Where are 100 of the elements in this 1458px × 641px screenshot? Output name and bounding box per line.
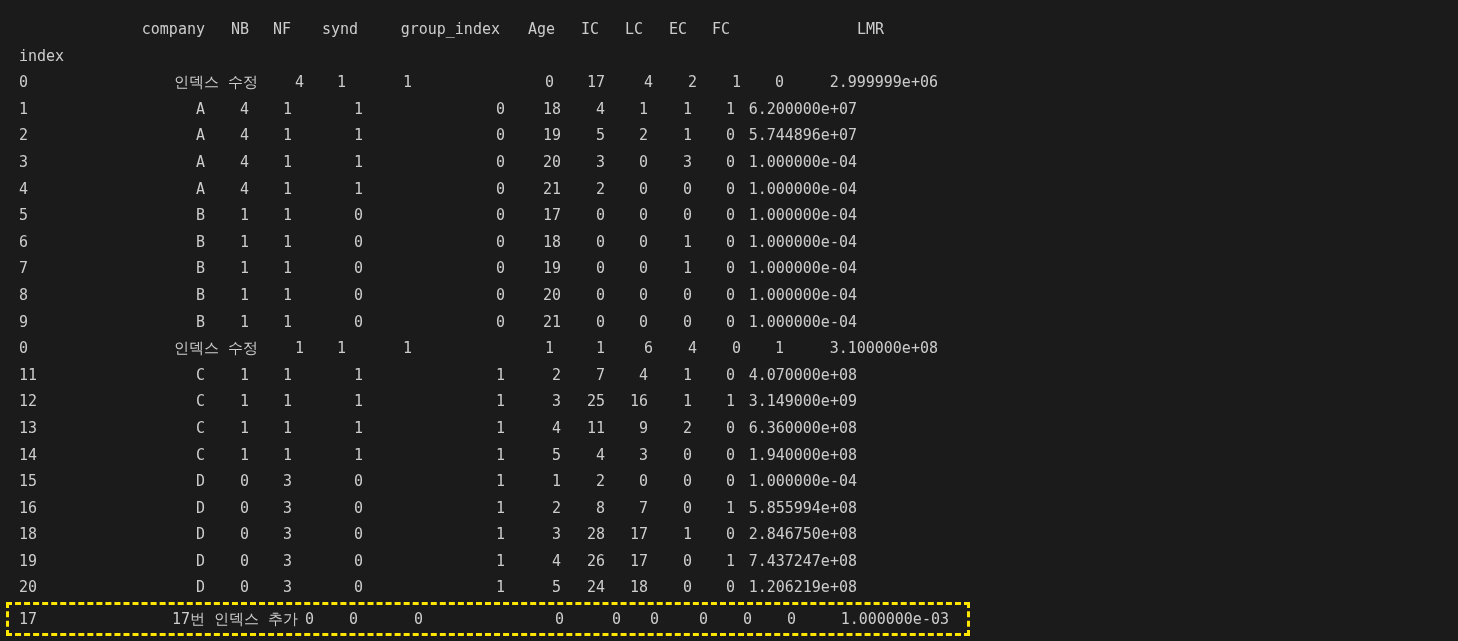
row-index: 18 [19, 524, 39, 546]
table-cell-text: 0 [681, 205, 692, 227]
table-cell-text: 0 [681, 178, 692, 200]
table-cell-text: 0 [724, 205, 735, 227]
table-cell-text: 0 [724, 577, 735, 599]
table-cell-text: 4 [238, 98, 249, 120]
table-cell-text: 4 [642, 72, 653, 94]
table-cell-text: 9 [637, 417, 648, 439]
table-cell-text: 18 [541, 98, 561, 120]
table-cell-text: 0 [724, 125, 735, 147]
row-index: 15 [19, 471, 39, 493]
table-cell-text: 21 [541, 311, 561, 333]
table-cell-text: 1 [281, 98, 292, 120]
table-cell-text: 4 [594, 98, 605, 120]
table-cell-text: 0 [594, 284, 605, 306]
row-index: 7 [19, 258, 30, 280]
table-cell-text: 24 [585, 577, 605, 599]
table-cell-text: 0 [543, 72, 554, 94]
table-cell-text: 1 [335, 72, 346, 94]
table-cell-text: 0 [637, 471, 648, 493]
table-cell-text: 1 [238, 417, 249, 439]
table-cell-text: 0 [637, 311, 648, 333]
table-cell-text: 4 [550, 417, 561, 439]
table-cell-text: 2 [550, 364, 561, 386]
table-cell-text: D [194, 471, 205, 493]
table-cell-text: 0 [610, 609, 621, 631]
table-cell-text: 1 [352, 417, 363, 439]
table-cell-text: 1 [594, 338, 605, 360]
row-index: 11 [19, 364, 39, 386]
row-index: 16 [19, 497, 39, 519]
row-index: 13 [19, 417, 39, 439]
table-cell-text: 1 [281, 151, 292, 173]
table-cell-text: 0 [681, 577, 692, 599]
table-cell-text: 0 [352, 311, 363, 333]
table-cell-text: 0 [352, 231, 363, 253]
table-cell-text: 1.000000e-04 [747, 178, 857, 200]
table-cell-text: 5.855994e+08 [747, 497, 857, 519]
table-cell-text: 0 [681, 444, 692, 466]
table-cell-text: 1 [730, 72, 741, 94]
table-cell-text: 1 [281, 125, 292, 147]
table-cell-text: 0 [681, 311, 692, 333]
table-cell-text: 0 [494, 284, 505, 306]
table-cell-text: 0 [637, 178, 648, 200]
table-cell-text: 0 [697, 609, 708, 631]
table-cell-text: A [194, 125, 205, 147]
table-cell-text: D [194, 550, 205, 572]
table-cell-text: 4 [238, 151, 249, 173]
table-cell-text: 1.000000e-04 [747, 284, 857, 306]
table-cell-text: D [194, 577, 205, 599]
table-cell-text: 0 [494, 178, 505, 200]
row-index: 14 [19, 444, 39, 466]
table-cell-text: 4 [594, 444, 605, 466]
table-cell-text: 0 [412, 609, 423, 631]
table-cell-text: 2 [681, 417, 692, 439]
table-cell-text: 2 [686, 72, 697, 94]
column-header: NB [229, 19, 249, 40]
table-cell-text: 0 [347, 609, 358, 631]
table-cell-text: 20 [541, 151, 561, 173]
table-cell-text: 0 [494, 205, 505, 227]
table-cell-text: 3 [281, 550, 292, 572]
row-index: 8 [19, 284, 30, 306]
table-cell-text: 3 [594, 151, 605, 173]
column-header: NF [271, 19, 291, 40]
table-cell-text: 3 [281, 471, 292, 493]
table-cell-text: 0 [553, 609, 564, 631]
table-cell-text: 4.070000e+08 [747, 364, 857, 386]
table-cell-text: 0 [730, 338, 741, 360]
table-cell-text: 28 [585, 524, 605, 546]
table-cell-text: 0 [594, 231, 605, 253]
table-cell-text: 25 [585, 391, 605, 413]
table-cell-text: D [194, 524, 205, 546]
table-cell-text: 4 [238, 178, 249, 200]
table-cell-text: A [194, 98, 205, 120]
table-cell-text: 18 [541, 231, 561, 253]
table-cell-text: 2 [594, 178, 605, 200]
table-cell-text: 1 [543, 338, 554, 360]
table-cell-text: 0 [637, 231, 648, 253]
row-index: 20 [19, 577, 39, 599]
table-cell-text: 1 [494, 364, 505, 386]
table-cell-text: 0 [681, 471, 692, 493]
table-cell-text: 1 [281, 178, 292, 200]
table-cell-text: 1 [494, 417, 505, 439]
row-index: 3 [19, 151, 30, 173]
table-cell-text: 20 [541, 284, 561, 306]
table-cell-text: 7.437247e+08 [747, 550, 857, 572]
table-cell-text: 3 [281, 524, 292, 546]
row-index: 6 [19, 231, 30, 253]
table-cell-text: 21 [541, 178, 561, 200]
table-cell-text: 1 [401, 72, 412, 94]
table-cell-text: 1.000000e-04 [747, 151, 857, 173]
table-cell-text: C [194, 417, 205, 439]
table-cell-text: 5.744896e+07 [747, 125, 857, 147]
table-cell-text: 1 [494, 471, 505, 493]
table-cell-text: 0 [494, 311, 505, 333]
table-cell-text: B [194, 258, 205, 280]
table-cell-text: 1.000000e-03 [839, 609, 949, 631]
table-cell-text: 1 [293, 338, 304, 360]
table-cell-text: 1 [335, 338, 346, 360]
table-cell-text: 1 [281, 205, 292, 227]
table-cell-text: 4 [238, 125, 249, 147]
